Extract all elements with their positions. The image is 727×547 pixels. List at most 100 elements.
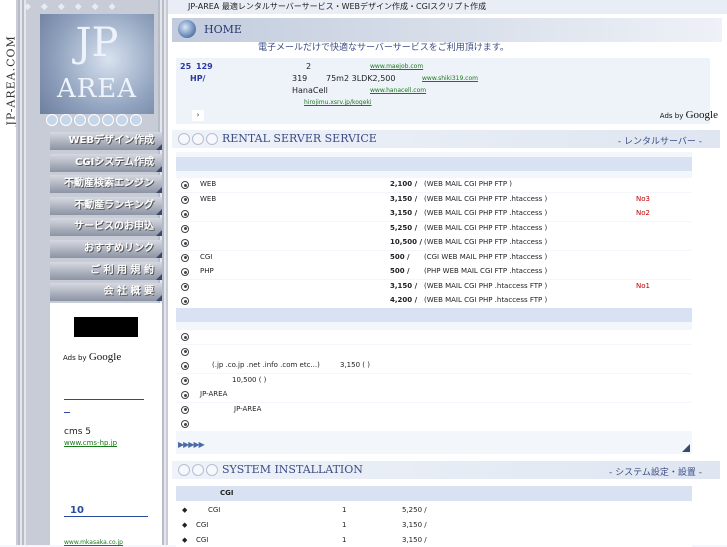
corner-arrow-icon: [682, 444, 690, 452]
left-sidebar: ◆◆◆◆◆◆ JP AREA WEBデザイン作成 CGIシステム作成 不動産検索…: [16, 0, 168, 546]
ad-ten-link[interactable]: 10: [64, 505, 148, 517]
domain-row[interactable]: JP-AREA: [176, 388, 692, 402]
plan-spec: (WEB MAIL CGI PHP FTP .htaccess ): [424, 194, 548, 203]
system-title: SYSTEM INSTALLATION: [222, 463, 363, 476]
plan-name: WEB: [200, 180, 217, 188]
radio-bullet-icon: [181, 181, 189, 189]
circle-icon: [206, 464, 218, 476]
ad-prev-button[interactable]: ›: [192, 110, 204, 121]
plan-price: 10,500 /: [390, 238, 423, 246]
circle-icon: [192, 133, 204, 145]
plan-price: 2,100 /: [390, 180, 418, 188]
domain-text: JP-AREA: [200, 390, 228, 398]
logo-area-text: AREA: [56, 74, 138, 104]
system-price: 3,150 /: [402, 521, 427, 529]
system-name: CGI: [196, 521, 209, 529]
diamond-bullet-icon: ◆: [182, 521, 188, 529]
plan-row[interactable]: CGI 500 / (CGI WEB MAIL PHP FTP .htaccess …: [176, 250, 692, 265]
plan-spec: (WEB MAIL CGI PHP .htaccess FTP ): [424, 296, 548, 304]
menu-cgi-system[interactable]: CGIシステム作成: [50, 153, 162, 172]
plan-note: No3: [636, 194, 650, 203]
system-qty: 1: [342, 536, 347, 544]
domain-row[interactable]: JP-AREA: [176, 402, 692, 417]
plan-price: 4,200 /: [390, 296, 418, 304]
plan-price: 500 /: [390, 267, 410, 275]
radio-bullet-icon: [181, 297, 189, 305]
home-ads-by-google[interactable]: Ads by Google: [660, 109, 718, 121]
site-logo[interactable]: JP AREA: [40, 14, 154, 114]
globe-icon: [178, 20, 196, 38]
menu-terms[interactable]: ご 利 用 規 約: [50, 261, 162, 280]
plan-name: PHP: [200, 267, 214, 275]
menu-recommended-links[interactable]: おすすめリンク: [50, 239, 162, 258]
left-stripe: [18, 0, 26, 545]
radio-bullet-icon: [181, 268, 189, 276]
system-section-header: SYSTEM INSTALLATION - システム設定・設置 -: [172, 461, 720, 479]
system-price: 5,250 /: [402, 506, 427, 514]
ad-num-b: 129: [196, 62, 213, 71]
system-qty: 1: [342, 521, 347, 529]
plan-row[interactable]: 3,150 / (WEB MAIL CGI PHP FTP .htaccess )…: [176, 207, 692, 221]
system-subtitle: - システム設定・設置 -: [609, 468, 702, 478]
diamond-bullet-icon: ◆: [182, 536, 188, 544]
ad-link-underline[interactable]: [64, 399, 144, 400]
ad-link-underline-short[interactable]: [64, 412, 70, 413]
plan-price: 3,150 /: [390, 281, 418, 290]
system-header-cgi: CGI: [220, 489, 234, 497]
domain-text: JP-AREA: [234, 404, 262, 413]
menu-company[interactable]: 会 社 概 要: [50, 283, 162, 302]
radio-bullet-icon: [181, 420, 189, 428]
ad-url-maejob[interactable]: www.maejob.com: [370, 63, 423, 70]
menu-service-apply[interactable]: サービスのお申込: [50, 218, 162, 237]
ad-url-hirojimu[interactable]: hirojimu.xsrv.jp/kogeki: [304, 99, 372, 106]
arrow-decoration: ▶▶▶▶▶: [178, 440, 205, 449]
ad-319: 319: [292, 74, 308, 83]
ad-url-hanacell[interactable]: www.hanacell.com: [370, 87, 426, 94]
radio-bullet-icon: [181, 391, 189, 399]
system-name: CGI: [196, 536, 209, 544]
cms-ad-text: cms 5: [64, 427, 91, 437]
radio-bullet-icon: [181, 282, 189, 291]
plan-row[interactable]: 5,250 / (WEB MAIL CGI PHP FTP .htaccess ): [176, 221, 692, 236]
domain-row[interactable]: [176, 330, 692, 344]
plan-spec: (PHP WEB MAIL CGI FTP .htaccess ): [424, 267, 548, 275]
top-banner: JP-AREA 最適レンタルサーバーサービス・WEBデザイン作成・CGIスクリプ…: [168, 0, 727, 14]
plan-row[interactable]: WEB 3,150 / (WEB MAIL CGI PHP FTP .htacces…: [176, 192, 692, 207]
system-row[interactable]: ◆ CGI 1 5,250 /: [176, 503, 692, 517]
domain-row[interactable]: [176, 417, 692, 431]
radio-bullet-icon: [181, 239, 189, 247]
cms-ad-url[interactable]: www.cms-hp.jp: [64, 439, 117, 447]
rental-panel: WEB 2,100 / (WEB MAIL CGI PHP FTP ) WEB 3,15…: [176, 152, 692, 454]
plan-note: No1: [636, 281, 650, 290]
menu-web-design[interactable]: WEBデザイン作成: [50, 132, 162, 150]
domain-row[interactable]: [176, 344, 692, 359]
ad-hp-label: HP/: [190, 74, 206, 83]
menu-realestate-search[interactable]: 不動産検索エンジン: [50, 175, 162, 194]
plan-spec: (WEB MAIL CGI PHP FTP ): [424, 180, 513, 188]
domain-row[interactable]: (.jp .co.jp .net .info .com etc...) 3,150…: [176, 359, 692, 373]
plan-price: 3,150 /: [390, 209, 418, 217]
plan-row[interactable]: 4,200 / (WEB MAIL CGI PHP .htaccess FTP ): [176, 294, 692, 308]
ads-by-google-label[interactable]: Ads by Google: [63, 351, 121, 363]
circle-icon: [178, 133, 190, 145]
domain-text: (.jp .co.jp .net .info .com etc...): [212, 361, 320, 369]
rental-subtitle: - レンタルサーバー -: [617, 137, 702, 147]
side-menu: WEBデザイン作成 CGIシステム作成 不動産検索エンジン 不動産ランキング サ…: [50, 132, 162, 305]
main-content: JP-AREA 最適レンタルサーバーサービス・WEBデザイン作成・CGIスクリプ…: [168, 0, 727, 547]
plan-row[interactable]: PHP 500 / (PHP WEB MAIL CGI FTP .htaccess …: [176, 265, 692, 279]
plan-row[interactable]: WEB 2,100 / (WEB MAIL CGI PHP FTP ): [176, 178, 692, 192]
sidebar-ad-box: Ads by Google cms 5 www.cms-hp.jp 10 www…: [50, 303, 162, 546]
decorative-dots: ◆◆◆◆◆◆: [24, 2, 126, 12]
ad-hanacell: HanaCell: [292, 86, 328, 95]
menu-realestate-ranking[interactable]: 不動産ランキング: [50, 196, 162, 215]
system-qty: 1: [342, 506, 347, 514]
rental-title: RENTAL SERVER SERVICE: [222, 132, 377, 145]
diamond-bullet-icon: ◆: [182, 506, 188, 514]
plan-row[interactable]: 10,500 /(WEB MAIL CGI PHP FTP .htaccess …: [176, 236, 692, 250]
system-row[interactable]: ◆ CGI 1 3,150 /: [176, 518, 692, 532]
plan-spec: (WEB MAIL CGI PHP .htaccess FTP ): [424, 281, 548, 290]
domain-row[interactable]: 10,500 ( ): [176, 373, 692, 388]
ad-banner-placeholder[interactable]: [74, 317, 138, 337]
ad-url-shiki[interactable]: www.shiki319.com: [422, 75, 478, 82]
plan-row[interactable]: 3,150 / (WEB MAIL CGI PHP .htaccess FTP )…: [176, 279, 692, 294]
